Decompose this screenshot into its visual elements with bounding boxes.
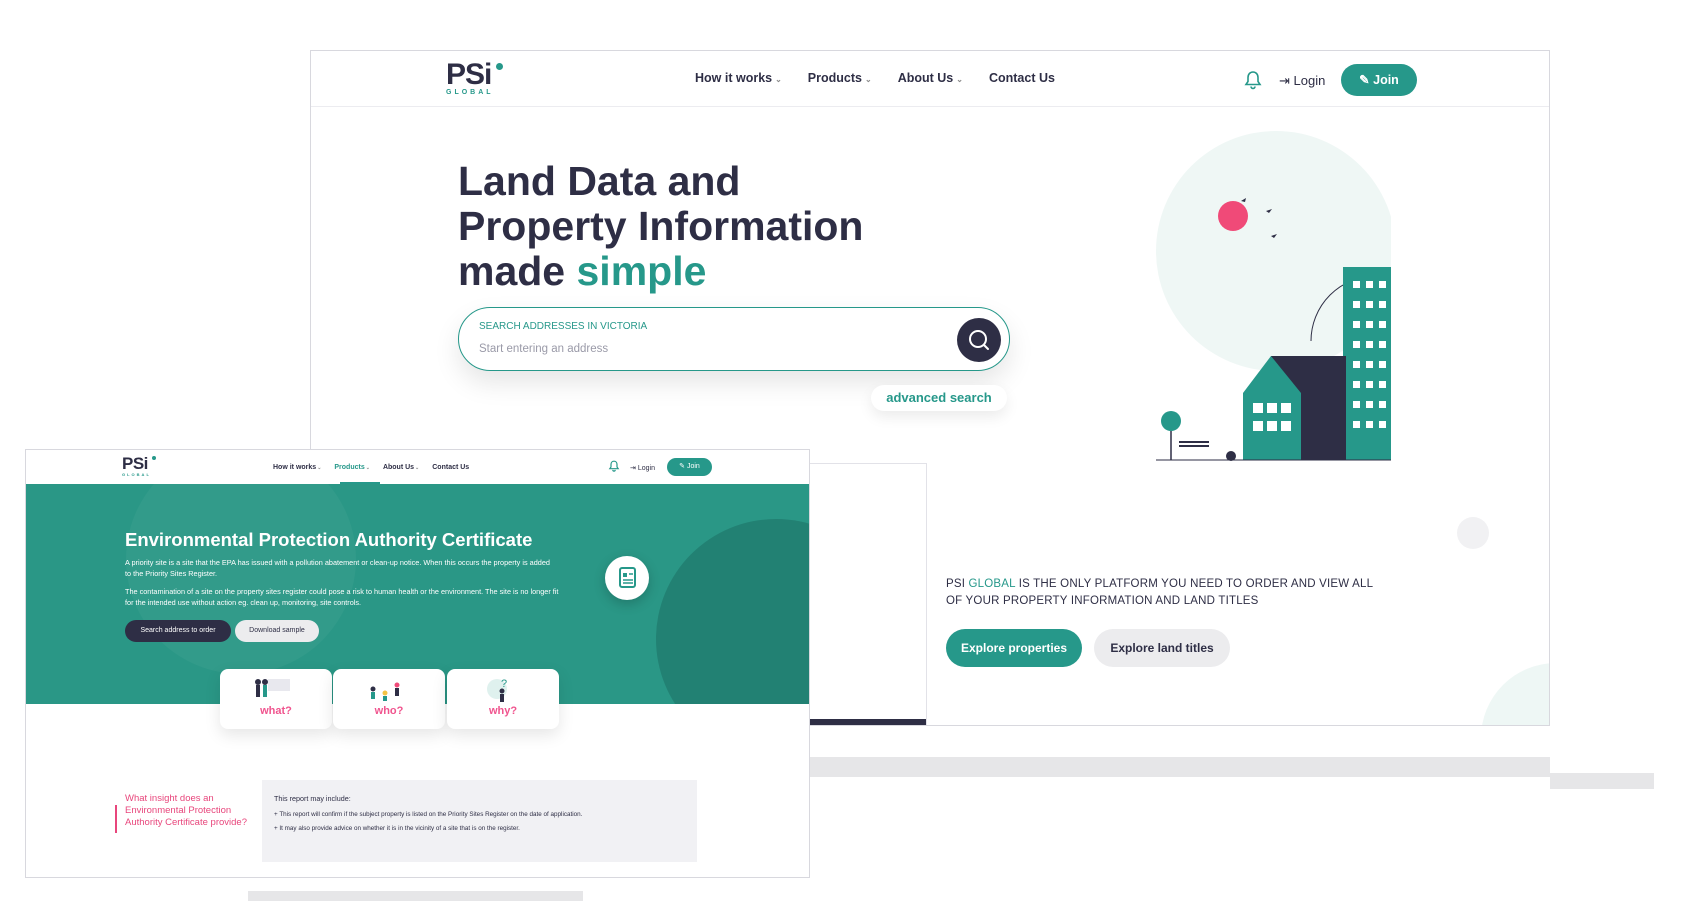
explore-properties-button[interactable]: Explore properties bbox=[946, 629, 1082, 667]
bell-icon[interactable] bbox=[608, 460, 620, 472]
insight-panel: This report may include: + This report w… bbox=[262, 780, 697, 862]
chevron-down-icon: ⌄ bbox=[415, 465, 420, 471]
login-icon: ⇥ bbox=[1279, 73, 1290, 88]
question-person-icon: ? bbox=[487, 678, 507, 702]
insight-heading: This report may include: bbox=[274, 794, 351, 803]
login-icon: ⇥ bbox=[630, 465, 636, 472]
card-why[interactable]: ? why? bbox=[447, 669, 559, 729]
insight-question: What insight does an Environmental Prote… bbox=[125, 793, 247, 828]
card-label: what? bbox=[260, 705, 292, 717]
join-icon: ✎ bbox=[679, 463, 686, 470]
certificate-badge bbox=[605, 556, 649, 600]
chevron-down-icon: ⌄ bbox=[365, 465, 370, 471]
logo-text: PSi bbox=[122, 454, 148, 473]
accent-bar bbox=[115, 805, 117, 833]
product-description-1: A priority site is a site that the EPA h… bbox=[125, 558, 550, 578]
svg-text:?: ? bbox=[501, 678, 507, 690]
join-button[interactable]: ✎ Join bbox=[1341, 64, 1417, 96]
main-navbar: PSi GLOBAL How it works ⌄ Products ⌄ About… bbox=[311, 51, 1549, 107]
psi-global-logo[interactable]: PSi GLOBAL bbox=[446, 60, 506, 97]
tagline-prefix: PSI bbox=[946, 578, 969, 590]
chevron-down-icon: ⌄ bbox=[864, 75, 872, 84]
hero-title: Land Data and Property Information made … bbox=[458, 159, 918, 294]
product-description-2: The contamination of a site on the prope… bbox=[125, 587, 559, 607]
logo-subtext: GLOBAL bbox=[446, 89, 494, 96]
decorative-circle bbox=[126, 484, 356, 674]
decorative-circle bbox=[1481, 663, 1549, 725]
nav-how-it-works[interactable]: How it works⌄ bbox=[695, 71, 782, 85]
login-label: Login bbox=[1293, 73, 1326, 88]
hero-accent-word: simple bbox=[576, 248, 707, 294]
search-input[interactable]: Start entering an address bbox=[479, 343, 608, 355]
hero-line-2: Property Information bbox=[458, 203, 864, 249]
platform-tagline: PSI GLOBAL IS THE ONLY PLATFORM YOU NEED… bbox=[946, 576, 1386, 610]
nav-about-us[interactable]: About Us⌄ bbox=[898, 71, 963, 85]
decorative-circle bbox=[656, 519, 809, 704]
hero-line-1: Land Data and bbox=[458, 158, 741, 204]
nav-label: How it works bbox=[695, 71, 773, 85]
login-label: Login bbox=[637, 465, 655, 472]
login-link[interactable]: ⇥ Login bbox=[1279, 73, 1325, 89]
nav-about-us[interactable]: About Us⌄ bbox=[383, 464, 419, 471]
nav-contact-us[interactable]: Contact Us bbox=[432, 464, 469, 471]
window-shadow bbox=[248, 891, 583, 901]
people-illustration-icon bbox=[255, 679, 290, 697]
nav-label: Contact Us bbox=[432, 464, 470, 471]
product-title: Environmental Protection Authority Certi… bbox=[125, 529, 533, 550]
nav-how-it-works[interactable]: How it works⌄ bbox=[273, 464, 321, 471]
explore-land-titles-button[interactable]: Explore land titles bbox=[1094, 629, 1230, 667]
logo-dot bbox=[152, 456, 156, 460]
login-link[interactable]: ⇥ Login bbox=[630, 464, 655, 472]
card-what[interactable]: what? bbox=[220, 669, 332, 729]
hero-line-3: made simple bbox=[458, 249, 918, 294]
nav-label: Products bbox=[334, 464, 365, 471]
card-who[interactable]: who? bbox=[333, 669, 445, 729]
people-illustration-icon bbox=[370, 682, 400, 701]
nav-contact-us[interactable]: Contact Us bbox=[989, 71, 1055, 85]
nav-products[interactable]: Products⌄ bbox=[808, 71, 872, 85]
chevron-down-icon: ⌄ bbox=[775, 75, 782, 84]
join-icon: ✎ bbox=[1359, 73, 1370, 87]
nav-products[interactable]: Products⌄ bbox=[334, 464, 370, 471]
product-navbar: PSi GLOBAL How it works⌄ Products⌄ About… bbox=[26, 450, 809, 484]
logo-dot bbox=[496, 63, 503, 70]
nav-label: About Us bbox=[382, 464, 415, 471]
window-shadow bbox=[800, 757, 1550, 777]
front-browser-window: PSi GLOBAL How it works⌄ Products⌄ About… bbox=[25, 449, 810, 878]
chevron-down-icon: ⌄ bbox=[956, 75, 963, 84]
insight-item: + It may also provide advice on whether … bbox=[274, 825, 520, 832]
nav-label: Products bbox=[807, 71, 862, 85]
psi-global-logo[interactable]: PSi GLOBAL bbox=[122, 454, 162, 480]
download-sample-button[interactable]: Download sample bbox=[235, 620, 319, 642]
search-label: SEARCH ADDRESSES IN VICTORIA bbox=[479, 321, 648, 332]
hero-line-3-prefix: made bbox=[458, 248, 577, 294]
join-button[interactable]: ✎ Join bbox=[667, 458, 712, 476]
bell-icon[interactable] bbox=[1243, 70, 1263, 90]
card-label: why? bbox=[488, 705, 518, 717]
search-address-to-order-button[interactable]: Search address to order bbox=[125, 620, 231, 642]
nav-links: How it works⌄ Products⌄ About Us⌄ Contac… bbox=[273, 464, 469, 471]
join-label: Join bbox=[686, 463, 700, 470]
decorative-circle bbox=[1457, 517, 1489, 549]
nav-label: Contact Us bbox=[988, 71, 1055, 85]
insight-item: + This report will confirm if the subjec… bbox=[274, 811, 583, 818]
certificate-icon bbox=[619, 567, 636, 588]
card-label: who? bbox=[374, 705, 404, 717]
nav-label: About Us bbox=[897, 71, 954, 85]
join-label: Join bbox=[1373, 73, 1399, 87]
chevron-down-icon: ⌄ bbox=[317, 465, 322, 471]
window-shadow bbox=[1550, 773, 1654, 789]
logo-subtext: GLOBAL bbox=[122, 472, 151, 477]
nav-links: How it works⌄ Products⌄ About Us⌄ Contac… bbox=[695, 71, 1055, 85]
nav-label: How it works bbox=[273, 464, 317, 471]
tagline-brand: GLOBAL bbox=[968, 578, 1016, 590]
city-illustration bbox=[1156, 131, 1391, 461]
